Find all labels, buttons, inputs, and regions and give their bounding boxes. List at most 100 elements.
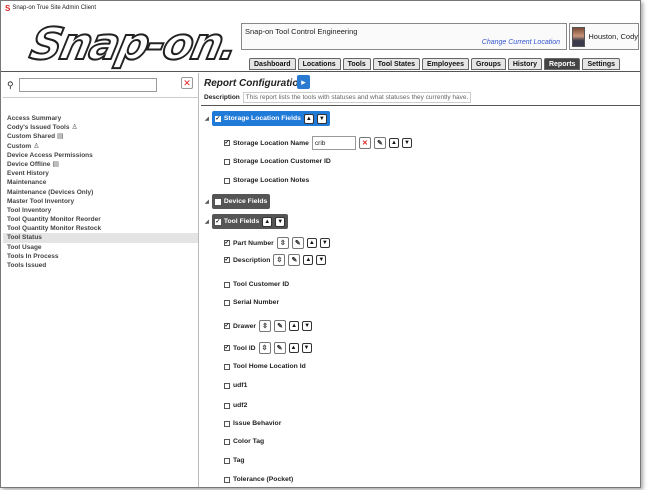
report-list-item[interactable]: Tool Quantity Monitor Reorder bbox=[3, 215, 198, 224]
report-list-item[interactable]: Master Tool Inventory bbox=[3, 197, 198, 206]
search-icon: ⚲ bbox=[7, 79, 14, 90]
sort-icon[interactable]: ⇳ bbox=[276, 237, 289, 249]
move-up-icon[interactable]: ▲ bbox=[388, 138, 399, 148]
field-checkbox[interactable] bbox=[224, 323, 230, 329]
move-up-icon[interactable]: ▲ bbox=[289, 321, 300, 331]
person-icon: ♙ bbox=[71, 124, 78, 132]
field-checkbox[interactable] bbox=[224, 420, 230, 427]
shared-icon: ▤ bbox=[52, 160, 59, 168]
sort-icon[interactable]: ⇳ bbox=[258, 342, 271, 354]
report-list-item[interactable]: Tool Quantity Monitor Restock bbox=[3, 224, 198, 233]
move-up-icon[interactable]: ▲ bbox=[303, 113, 314, 124]
move-down-icon[interactable]: ▼ bbox=[401, 138, 412, 148]
report-list-item[interactable]: Tool Status bbox=[3, 233, 198, 243]
report-list: Access Summary Cody's Issued Tools ♙ Custom… bbox=[3, 114, 198, 270]
field-checkbox[interactable] bbox=[224, 281, 230, 288]
report-list-item[interactable]: Cody's Issued Tools ♙ bbox=[3, 123, 198, 132]
report-item-label: Device Access Permissions bbox=[7, 151, 93, 159]
edit-icon[interactable]: ✎ bbox=[288, 254, 301, 266]
move-down-icon[interactable]: ▼ bbox=[316, 113, 327, 124]
field-checkbox[interactable] bbox=[224, 140, 230, 146]
edit-icon[interactable]: ✎ bbox=[291, 237, 304, 249]
report-list-item[interactable]: Access Summary bbox=[3, 114, 198, 123]
run-report-button[interactable]: ▸ bbox=[297, 75, 310, 89]
move-up-icon[interactable]: ▲ bbox=[262, 216, 273, 227]
edit-icon[interactable]: ✎ bbox=[274, 320, 287, 332]
field-group: ◢ Device Fields bbox=[205, 194, 271, 209]
group-checkbox[interactable] bbox=[214, 198, 221, 205]
move-down-icon[interactable]: ▼ bbox=[319, 238, 330, 248]
field-checkbox[interactable] bbox=[224, 476, 230, 483]
move-down-icon[interactable]: ▼ bbox=[316, 255, 327, 265]
field-checkbox[interactable] bbox=[224, 240, 230, 246]
field-checkbox[interactable] bbox=[224, 345, 230, 351]
tab-tool-states[interactable]: Tool States bbox=[372, 58, 420, 70]
move-up-icon[interactable]: ▲ bbox=[306, 238, 317, 248]
field-checkbox[interactable] bbox=[224, 299, 230, 306]
field-checkbox[interactable] bbox=[224, 402, 230, 409]
field-checkbox[interactable] bbox=[224, 363, 230, 370]
report-item-label: Cody's Issued Tools bbox=[7, 124, 70, 132]
sort-icon[interactable]: ⇳ bbox=[259, 320, 272, 332]
report-list-item[interactable]: Event History bbox=[3, 169, 198, 178]
tab-dashboard[interactable]: Dashboard bbox=[249, 58, 296, 70]
group-header[interactable]: Storage Location Fields▲▼ bbox=[211, 111, 330, 126]
tab-settings[interactable]: Settings bbox=[582, 58, 621, 70]
expand-arrow-icon[interactable]: ◢ bbox=[205, 199, 209, 205]
move-down-icon[interactable]: ▼ bbox=[302, 321, 313, 331]
clear-search-button[interactable]: ✕ bbox=[181, 77, 193, 89]
report-list-item[interactable]: Custom ♙ bbox=[3, 142, 198, 151]
tab-locations[interactable]: Locations bbox=[297, 58, 341, 70]
move-up-icon[interactable]: ▲ bbox=[288, 343, 299, 353]
report-list-item[interactable]: Maintenance (Devices Only) bbox=[3, 188, 198, 197]
group-checkbox[interactable] bbox=[214, 218, 221, 225]
clear-filter-icon[interactable]: ✕ bbox=[358, 137, 371, 149]
expand-arrow-icon[interactable]: ◢ bbox=[205, 219, 209, 225]
edit-icon[interactable]: ✎ bbox=[273, 342, 286, 354]
tab-employees[interactable]: Employees bbox=[422, 58, 469, 70]
field-checkbox[interactable] bbox=[224, 257, 230, 263]
group-header[interactable]: Tool Fields▲▼ bbox=[211, 214, 289, 229]
description-field: This report lists the tools with statuse… bbox=[242, 92, 472, 103]
report-list-item[interactable]: Custom Shared ▤ bbox=[3, 132, 198, 141]
tab-tools[interactable]: Tools bbox=[342, 58, 371, 70]
snap-on-logo: Snap-on. bbox=[25, 18, 243, 71]
field-checkbox[interactable] bbox=[224, 457, 230, 464]
field-label: Tool ID bbox=[233, 344, 256, 352]
group-header[interactable]: Device Fields bbox=[211, 194, 271, 209]
group-checkbox[interactable] bbox=[214, 115, 221, 122]
report-list-item[interactable]: Tools Issued bbox=[3, 261, 198, 270]
tab-reports[interactable]: Reports bbox=[543, 58, 581, 70]
field-checkbox[interactable] bbox=[224, 382, 230, 389]
report-item-label: Custom bbox=[7, 142, 32, 150]
move-up-icon[interactable]: ▲ bbox=[303, 255, 314, 265]
tab-history[interactable]: History bbox=[507, 58, 542, 70]
field-checkbox[interactable] bbox=[224, 177, 230, 184]
report-list-item[interactable]: Maintenance bbox=[3, 178, 198, 187]
report-list-item[interactable]: Device Offline ▤ bbox=[3, 160, 198, 169]
move-down-icon[interactable]: ▼ bbox=[301, 343, 312, 353]
search-input[interactable] bbox=[19, 78, 157, 92]
report-item-label: Event History bbox=[7, 170, 49, 178]
filter-input[interactable]: crib bbox=[311, 136, 356, 150]
field-row: Issue Behavior bbox=[224, 420, 281, 427]
report-list-item[interactable]: Tool Usage bbox=[3, 243, 198, 252]
sort-icon[interactable]: ⇳ bbox=[273, 254, 286, 266]
user-panel[interactable]: Houston, Cody bbox=[569, 23, 639, 50]
user-name: Houston, Cody bbox=[588, 32, 638, 41]
field-row: udf2 bbox=[224, 402, 247, 409]
field-checkbox[interactable] bbox=[224, 438, 230, 445]
report-item-label: Tool Quantity Monitor Reorder bbox=[7, 216, 101, 224]
field-checkbox[interactable] bbox=[224, 158, 230, 165]
move-down-icon[interactable]: ▼ bbox=[275, 216, 286, 227]
tab-groups[interactable]: Groups bbox=[470, 58, 506, 70]
edit-icon[interactable]: ✎ bbox=[373, 137, 386, 149]
report-list-item[interactable]: Tool Inventory bbox=[3, 206, 198, 215]
field-label: Tool Home Location Id bbox=[233, 363, 306, 370]
report-list-item[interactable]: Device Access Permissions bbox=[3, 151, 198, 160]
report-list-item[interactable]: Tools In Process bbox=[3, 252, 198, 261]
group-label: Device Fields bbox=[223, 198, 268, 205]
expand-arrow-icon[interactable]: ◢ bbox=[205, 116, 209, 122]
change-location-link[interactable]: Change Current Location bbox=[482, 39, 560, 46]
location-name: Snap-on Tool Control Engineering bbox=[245, 27, 358, 36]
